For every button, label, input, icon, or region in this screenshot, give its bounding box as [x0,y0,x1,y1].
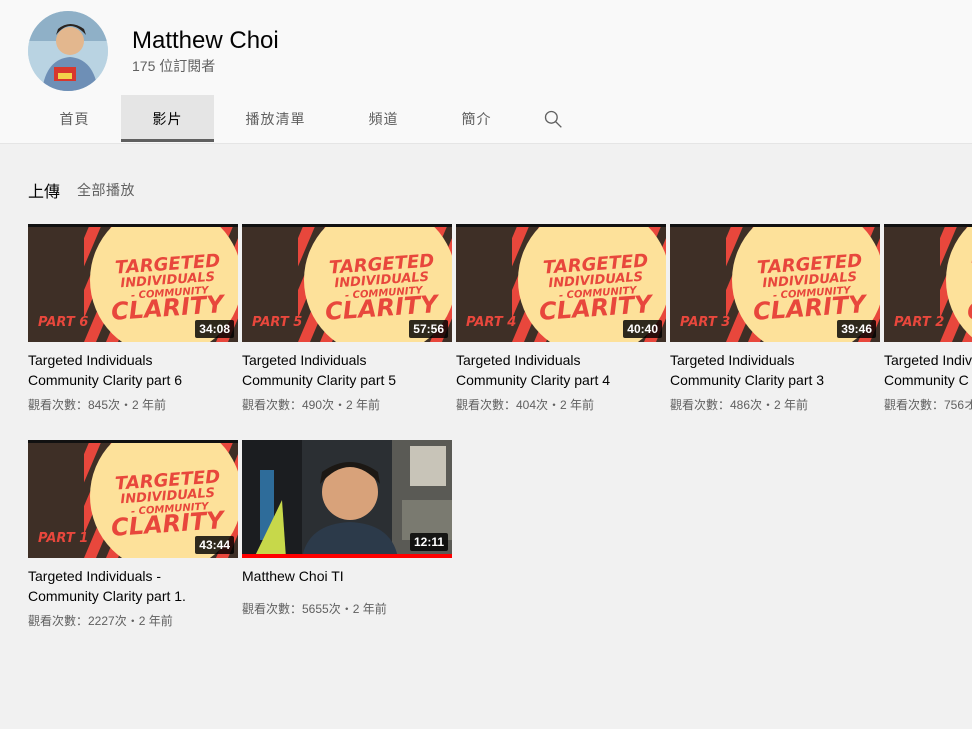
video-duration: 57:56 [409,320,448,338]
video-thumbnail[interactable]: TARGETED INDIVIDUALS - COMMUNITY CLARITY… [28,440,238,558]
tab-about[interactable]: 簡介 [430,95,523,142]
video-title[interactable]: Targeted Indiv Community C [884,350,972,390]
video-duration: 43:44 [195,536,234,554]
video-title-line2: Community C [884,372,969,388]
video-title-line1: Targeted Individuals [670,352,795,368]
section-title: 上傳 [28,184,61,201]
thumbnail-art: TARGETED INDIVIDUALS - COMMUNITY CLARITY… [884,224,972,342]
video-title-line2: Community Clarity part 6 [28,372,183,388]
video-duration: 40:40 [623,320,662,338]
video-thumbnail[interactable]: TARGETED INDIVIDUALS - COMMUNITY CLARITY… [456,224,666,342]
tab-playlists[interactable]: 播放清單 [214,95,337,142]
video-title[interactable]: Targeted Individuals Community Clarity pa… [456,350,686,390]
video-meta: 觀看次數：490次・2 年前 [242,398,381,412]
channel-header: Matthew Choi 175 位訂閱者 首頁 影片 播放清單 頻道 簡介 [0,0,972,144]
tab-videos[interactable]: 影片 [121,95,214,142]
video-meta: 觀看次數：845次・2 年前 [28,398,167,412]
video-title-line1: Targeted Individuals [456,352,581,368]
tab-channels[interactable]: 頻道 [337,95,430,142]
svg-text:PART 3: PART 3 [680,315,730,330]
video-title[interactable]: Targeted Individuals - Community Clarity … [28,566,258,606]
svg-text:PART 1: PART 1 [38,531,88,546]
video-duration: 39:46 [837,320,876,338]
video-meta: 觀看次數：756オ [884,398,972,412]
video-title-line1: Targeted Individuals [242,352,367,368]
play-all-button[interactable]: 全部播放 [77,180,135,200]
svg-text:PART 5: PART 5 [252,315,302,330]
video-meta: 觀看次數：486次・2 年前 [670,398,809,412]
video-title-line2: Community Clarity part 5 [242,372,397,388]
video-card[interactable]: TARGETED INDIVIDUALS - COMMUNITY CLARITY… [884,224,972,413]
svg-text:PART 6: PART 6 [38,315,88,330]
video-title-line2: Community Clarity part 1. [28,588,186,604]
channel-tabs: 首頁 影片 播放清單 頻道 簡介 [28,95,583,142]
video-title[interactable]: Targeted Individuals Community Clarity pa… [28,350,258,390]
video-thumbnail[interactable]: 12:11 [242,440,452,558]
video-title-line2: Community Clarity part 4 [456,372,611,388]
video-card[interactable]: TARGETED INDIVIDUALS - COMMUNITY CLARITY… [28,440,238,629]
subscriber-count: 175 位訂閱者 [132,58,216,74]
video-title-line2: Community Clarity part 3 [670,372,825,388]
video-thumbnail[interactable]: TARGETED INDIVIDUALS - COMMUNITY CLARITY… [884,224,972,342]
video-title[interactable]: Targeted Individuals Community Clarity pa… [242,350,472,390]
svg-text:PART 4: PART 4 [466,315,516,330]
video-card[interactable]: TARGETED INDIVIDUALS - COMMUNITY CLARITY… [242,224,452,413]
video-card[interactable]: 12:11 Matthew Choi TI 觀看次數：5655次・2 年前 [242,440,452,617]
svg-text:PART 2: PART 2 [894,315,944,330]
video-title-line1: Targeted Indiv [884,352,972,368]
video-thumbnail[interactable]: TARGETED INDIVIDUALS - COMMUNITY CLARITY… [28,224,238,342]
video-thumbnail[interactable]: TARGETED INDIVIDUALS - COMMUNITY CLARITY… [242,224,452,342]
video-card[interactable]: TARGETED INDIVIDUALS - COMMUNITY CLARITY… [456,224,666,413]
video-card[interactable]: TARGETED INDIVIDUALS - COMMUNITY CLARITY… [670,224,880,413]
avatar[interactable] [28,11,108,91]
video-title[interactable]: Targeted Individuals Community Clarity pa… [670,350,900,390]
video-card[interactable]: TARGETED INDIVIDUALS - COMMUNITY CLARITY… [28,224,238,413]
search-icon [544,110,562,128]
video-duration: 34:08 [195,320,234,338]
video-duration: 12:11 [409,533,448,551]
channel-name: Matthew Choi [132,27,279,54]
video-meta: 觀看次數：2227次・2 年前 [28,614,173,628]
video-title-line1: Targeted Individuals - [28,568,162,584]
video-meta: 觀看次數：5655次・2 年前 [242,602,387,616]
video-title[interactable]: Matthew Choi TI [242,566,472,586]
video-thumbnail[interactable]: TARGETED INDIVIDUALS - COMMUNITY CLARITY… [670,224,880,342]
search-button[interactable] [523,95,583,142]
video-title-line1: Targeted Individuals [28,352,153,368]
tab-home[interactable]: 首頁 [28,95,121,142]
video-meta: 觀看次數：404次・2 年前 [456,398,595,412]
